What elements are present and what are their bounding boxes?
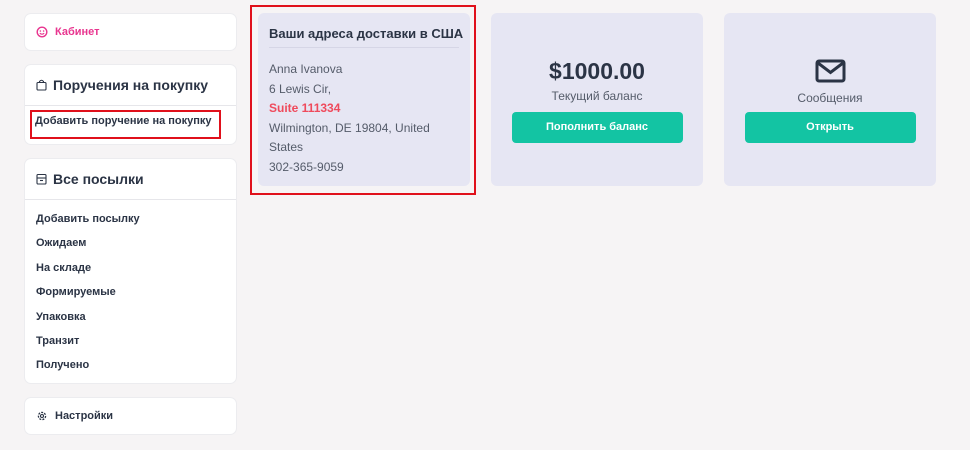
gear-icon [37, 411, 47, 421]
bag-icon [36, 79, 47, 91]
cabinet-link[interactable]: Кабинет [25, 14, 236, 50]
address-lines: Anna Ivanova 6 Lewis Cir, Suite 111334 W… [258, 48, 470, 178]
purchase-title: Поручения на покупку [25, 65, 236, 106]
delivery-address-card: Ваши адреса доставки в США Anna Ivanova … [258, 13, 470, 186]
sidebar-item-forming[interactable]: Формируемые [36, 284, 236, 308]
sidebar-item-expected[interactable]: Ожидаем [36, 235, 236, 259]
settings-card[interactable]: Настройки [24, 397, 237, 435]
add-purchase-order-link[interactable]: Добавить поручение на покупку [35, 115, 212, 127]
parcels-title-text: Все посылки [53, 171, 144, 187]
parcels-title: Все посылки [25, 159, 236, 200]
address-phone: 302-365-9059 [269, 159, 344, 174]
messages-card: Сообщения Открыть [724, 13, 936, 186]
cabinet-label: Кабинет [55, 26, 100, 38]
cabinet-card[interactable]: Кабинет [24, 13, 237, 51]
settings-label: Настройки [55, 410, 114, 422]
messages-label: Сообщения [797, 91, 863, 105]
top-up-balance-button[interactable]: Пополнить баланс [511, 112, 683, 143]
smile-icon [36, 26, 48, 38]
sidebar-item-received[interactable]: Получено [36, 357, 236, 381]
purchase-title-text: Поручения на покупку [53, 77, 208, 93]
purchase-card: Поручения на покупку Добавить поручение … [24, 64, 237, 145]
page: Кабинет Поручения на покупку Добавить по… [0, 0, 970, 450]
parcels-list: Добавить посылку Ожидаем На складе Форми… [25, 200, 236, 382]
balance-card: $1000.00 Текущий баланс Пополнить баланс [491, 13, 703, 186]
address-city-line2: States [269, 140, 304, 155]
address-name: Anna Ivanova [269, 62, 343, 76]
balance-amount: $1000.00 [549, 58, 645, 84]
sidebar-item-add-parcel[interactable]: Добавить посылку [36, 211, 236, 235]
address-suite: Suite 111334 [269, 101, 341, 116]
address-city-line1: Wilmington, DE 19804, United [269, 120, 430, 135]
address-street: 6 Lewis Cir, [269, 81, 332, 96]
sidebar-item-in-warehouse[interactable]: На складе [36, 260, 236, 284]
open-messages-button[interactable]: Открыть [744, 112, 916, 143]
box-icon [36, 173, 47, 185]
sidebar-item-transit[interactable]: Транзит [36, 333, 236, 357]
parcels-card: Все посылки Добавить посылку Ожидаем На … [24, 158, 237, 384]
balance-label: Текущий баланс [551, 89, 643, 103]
sidebar-item-packing[interactable]: Упаковка [36, 309, 236, 333]
settings-link[interactable]: Настройки [25, 398, 236, 434]
envelope-icon [815, 59, 845, 83]
address-title: Ваши адреса доставки в США [269, 26, 464, 41]
